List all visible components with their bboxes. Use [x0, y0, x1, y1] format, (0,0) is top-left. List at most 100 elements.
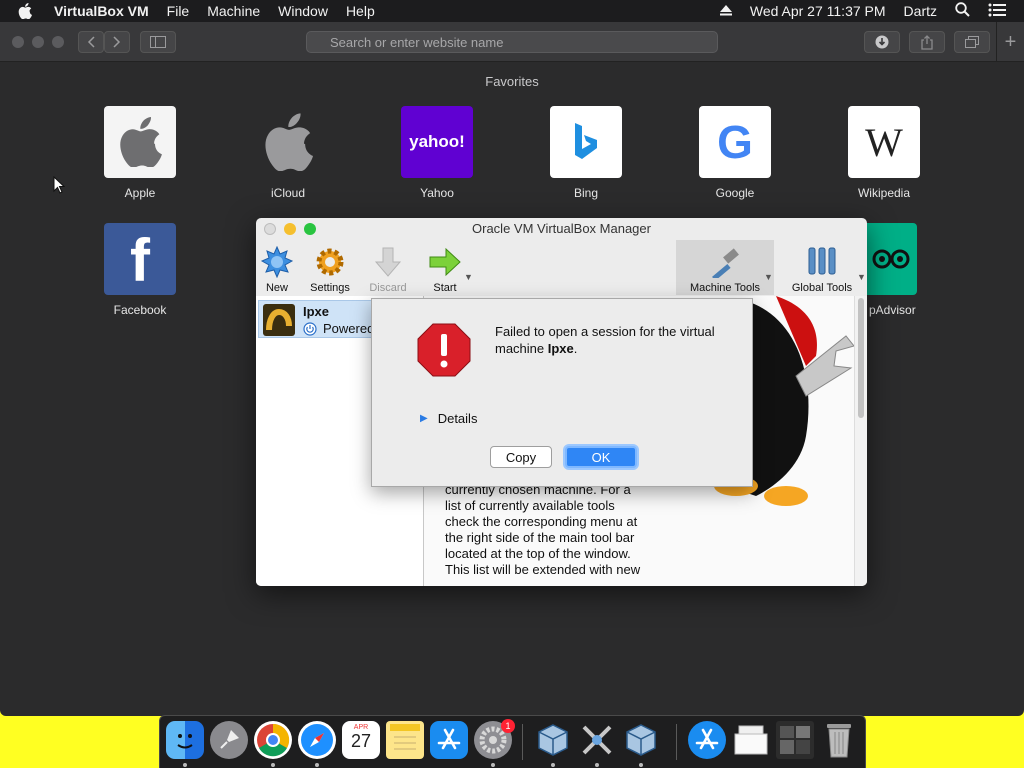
running-indicator	[595, 763, 599, 767]
running-indicator	[315, 763, 319, 767]
mouse-cursor-icon	[53, 175, 66, 199]
applications-folder-icon[interactable]	[688, 721, 726, 759]
ok-button[interactable]: OK	[565, 446, 637, 468]
global-tools-tab[interactable]: Global Tools	[786, 240, 858, 294]
menu-window[interactable]: Window	[278, 3, 328, 19]
minimize-window-button[interactable]	[284, 223, 296, 235]
menu-help[interactable]: Help	[346, 3, 375, 19]
favorite-facebook[interactable]: f Facebook	[85, 223, 195, 317]
error-message-end: .	[573, 341, 578, 356]
scrollbar-thumb[interactable]	[858, 298, 864, 418]
plus-icon: +	[1004, 30, 1017, 53]
documents-stack-icon[interactable]	[732, 721, 770, 759]
new-vm-button[interactable]: New	[260, 240, 294, 294]
dock: APR 27 1	[159, 715, 866, 768]
error-octagon-icon	[417, 323, 471, 382]
dock-separator	[676, 724, 677, 760]
notes-icon[interactable]	[386, 721, 424, 759]
finder-icon[interactable]	[166, 721, 204, 759]
download-icon	[875, 35, 889, 49]
discard-label: Discard	[369, 282, 407, 294]
downloads-stack-icon[interactable]	[776, 721, 814, 759]
favorite-google[interactable]: G Google	[680, 106, 790, 200]
favorite-wikipedia[interactable]: W Wikipedia	[829, 106, 939, 200]
gear-icon	[308, 240, 352, 278]
minimize-window-button[interactable]	[32, 36, 44, 48]
sidebar-toggle-button[interactable]	[140, 31, 176, 53]
start-dropdown-icon[interactable]: ▼	[464, 272, 473, 282]
close-window-button[interactable]	[264, 223, 276, 235]
forward-button[interactable]	[104, 31, 130, 53]
eject-icon[interactable]	[719, 3, 732, 19]
calendar-month: APR	[353, 724, 369, 731]
new-tab-button[interactable]: +	[996, 22, 1024, 62]
share-icon	[921, 34, 933, 50]
chrome-icon[interactable]	[254, 721, 292, 759]
machine-tools-dropdown-icon[interactable]: ▼	[764, 272, 773, 282]
favorites-title: Favorites	[485, 74, 539, 89]
favorite-bing[interactable]: Bing	[531, 106, 641, 200]
details-disclosure[interactable]: ▶ Details	[420, 411, 477, 426]
launchpad-icon[interactable]	[210, 721, 248, 759]
virtualbox-vm-icon[interactable]	[622, 721, 660, 759]
favorite-apple[interactable]: Apple	[85, 106, 195, 200]
safari-icon[interactable]	[298, 721, 336, 759]
window-title: Oracle VM VirtualBox Manager	[472, 221, 651, 236]
favorite-label: Yahoo	[420, 186, 454, 200]
settings-button[interactable]: Settings	[308, 240, 352, 294]
new-icon	[260, 240, 294, 278]
disclosure-triangle-icon[interactable]: ▶	[420, 413, 428, 424]
trash-icon[interactable]	[820, 721, 858, 759]
copy-button[interactable]: Copy	[490, 446, 552, 468]
vertical-scrollbar[interactable]	[854, 296, 867, 586]
bing-logo-icon	[550, 106, 622, 178]
share-button[interactable]	[909, 31, 945, 53]
calendar-icon[interactable]: APR 27	[342, 721, 380, 759]
running-indicator	[551, 763, 555, 767]
error-machine-name: Ipxe	[547, 341, 574, 356]
close-window-button[interactable]	[12, 36, 24, 48]
new-label: New	[265, 282, 288, 294]
downloads-button[interactable]	[864, 31, 900, 53]
chevron-left-icon	[87, 36, 95, 48]
favorite-label: Google	[715, 186, 755, 200]
menu-datetime[interactable]: Wed Apr 27 11:37 PM	[750, 3, 886, 19]
favorite-label: Wikipedia	[857, 186, 911, 200]
app-store-icon[interactable]	[430, 721, 468, 759]
utilities-icon[interactable]	[578, 721, 616, 759]
calendar-day: 27	[350, 731, 372, 751]
dock-separator	[522, 724, 523, 760]
menu-bar: VirtualBox VM File Machine Window Help W…	[0, 0, 1024, 22]
vm-name: Ipxe	[303, 304, 330, 319]
running-indicator	[183, 763, 187, 767]
zoom-window-button[interactable]	[52, 36, 64, 48]
menu-machine[interactable]: Machine	[207, 3, 260, 19]
favorite-yahoo[interactable]: yahoo! Yahoo	[382, 106, 492, 200]
menu-file[interactable]: File	[167, 3, 190, 19]
global-tools-label: Global Tools	[791, 282, 853, 294]
start-label: Start	[433, 282, 457, 294]
virtualbox-icon[interactable]	[534, 721, 572, 759]
machine-tools-tab[interactable]: Machine Tools	[680, 240, 770, 294]
apple-logo-icon	[104, 106, 176, 178]
settings-label: Settings	[310, 282, 350, 294]
back-button[interactable]	[78, 31, 104, 53]
tabs-overview-button[interactable]	[954, 31, 990, 53]
favorite-icloud[interactable]: iCloud	[233, 106, 343, 200]
global-tools-dropdown-icon[interactable]: ▼	[857, 272, 866, 282]
vm-state: Powered	[323, 321, 375, 336]
sidebar-icon	[150, 36, 166, 48]
spotlight-search-icon[interactable]	[955, 2, 970, 20]
apple-menu-icon[interactable]	[18, 3, 36, 19]
control-center-icon[interactable]	[988, 3, 1006, 20]
start-button[interactable]: Start	[424, 240, 466, 294]
menu-app-name[interactable]: VirtualBox VM	[54, 3, 149, 19]
search-input[interactable]: Search or enter website name	[306, 31, 718, 53]
notification-badge: 1	[501, 719, 515, 733]
zoom-window-button[interactable]	[304, 223, 316, 235]
power-state-icon	[303, 322, 317, 341]
discard-button[interactable]: Discard	[366, 240, 410, 294]
menu-bar-status: Wed Apr 27 11:37 PM Dartz	[719, 0, 1024, 22]
global-tools-icon	[786, 240, 858, 278]
menu-user[interactable]: Dartz	[904, 3, 937, 19]
